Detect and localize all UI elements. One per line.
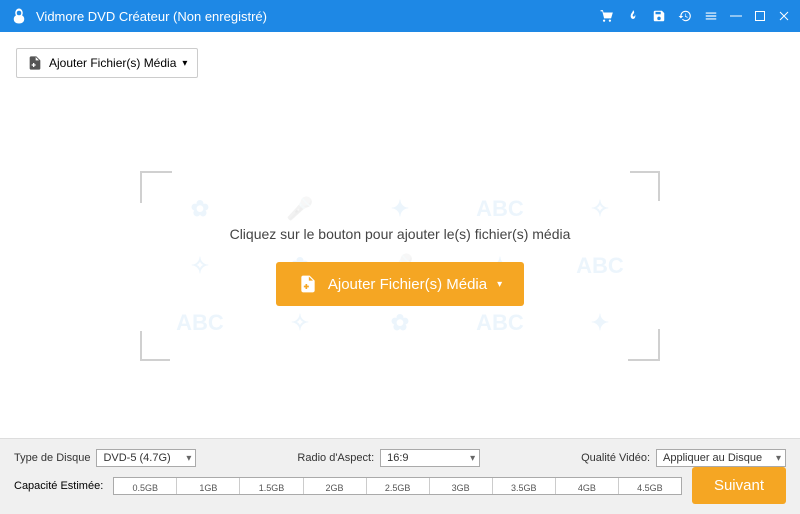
next-label: Suivant [714,477,764,494]
quality-select[interactable]: Appliquer au Disque [656,449,786,467]
cart-icon[interactable] [600,9,614,23]
aspect-label: Radio d'Aspect: [297,452,374,464]
disc-type-group: Type de Disque DVD-5 (4.7G) [14,449,196,467]
app-logo-icon [10,7,28,25]
tick-label: 1.5GB [259,483,285,493]
menu-icon[interactable] [704,9,718,23]
titlebar: Vidmore DVD Créateur (Non enregistré) [0,0,800,32]
disc-type-label: Type de Disque [14,452,90,464]
corner-decoration [630,171,660,201]
maximize-icon[interactable] [754,10,766,22]
next-button[interactable]: Suivant [692,467,786,504]
quality-value: Appliquer au Disque [663,452,762,464]
add-media-button-main[interactable]: Ajouter Fichier(s) Média ▾ [276,262,524,306]
quality-label: Qualité Vidéo: [581,452,650,464]
aspect-select[interactable]: 16:9 [380,449,480,467]
dropzone[interactable]: ✿🎤✦ABC✧ ✧✿🎤✦ABC ABC✧✿ABC✦ Cliquez sur le… [140,171,660,361]
disc-type-value: DVD-5 (4.7G) [103,452,170,464]
quality-group: Qualité Vidéo: Appliquer au Disque [581,449,786,467]
close-icon[interactable] [778,10,790,22]
dropzone-container: ✿🎤✦ABC✧ ✧✿🎤✦ABC ABC✧✿ABC✦ Cliquez sur le… [0,94,800,438]
add-file-icon [27,55,43,71]
add-media-button-top[interactable]: Ajouter Fichier(s) Média ▾ [16,48,198,78]
titlebar-icons [600,9,790,23]
save-icon[interactable] [652,9,666,23]
capacity-bar: 0.5GB 1GB 1.5GB 2GB 2.5GB 3GB 3.5GB 4GB … [113,477,682,495]
minimize-icon[interactable] [730,10,742,22]
tick-label: 4GB [578,483,596,493]
dropzone-hint: Cliquez sur le bouton pour ajouter le(s)… [230,226,571,242]
footer-bottom-row: Capacité Estimée: 0.5GB 1GB 1.5GB 2GB 2.… [14,467,786,504]
add-media-label: Ajouter Fichier(s) Média [49,56,176,70]
tick-label: 1GB [199,483,217,493]
main-area: Ajouter Fichier(s) Média ▾ ✿🎤✦ABC✧ ✧✿🎤✦A… [0,32,800,438]
corner-decoration [140,331,170,361]
burn-icon[interactable] [626,9,640,23]
chevron-down-icon: ▾ [497,279,502,290]
window-title: Vidmore DVD Créateur (Non enregistré) [36,9,600,24]
chevron-down-icon: ▾ [182,58,187,69]
tick-label: 4.5GB [637,483,663,493]
history-icon[interactable] [678,9,692,23]
disc-type-select[interactable]: DVD-5 (4.7G) [96,449,196,467]
tick-label: 3GB [452,483,470,493]
aspect-group: Radio d'Aspect: 16:9 [297,449,480,467]
capacity-label: Capacité Estimée: [14,480,103,492]
tick-label: 3.5GB [511,483,537,493]
footer: Type de Disque DVD-5 (4.7G) Radio d'Aspe… [0,438,800,514]
aspect-value: 16:9 [387,452,408,464]
tick-label: 2GB [326,483,344,493]
add-file-icon [298,274,318,294]
toolbar: Ajouter Fichier(s) Média ▾ [0,32,800,94]
add-media-main-label: Ajouter Fichier(s) Média [328,276,487,293]
tick-label: 0.5GB [133,483,159,493]
footer-settings-row: Type de Disque DVD-5 (4.7G) Radio d'Aspe… [14,449,786,467]
tick-label: 2.5GB [385,483,411,493]
